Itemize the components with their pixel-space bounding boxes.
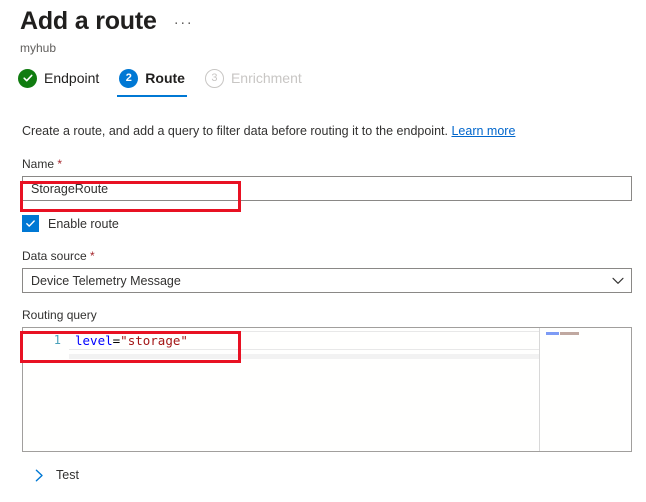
name-field-block: Name * — [0, 156, 646, 201]
name-field-label: Name * — [22, 156, 646, 172]
code-token-keyword: level — [75, 333, 113, 348]
name-label-text: Name — [22, 157, 55, 171]
editor-vertical-scrollbar[interactable] — [620, 328, 631, 451]
routing-query-label: Routing query — [22, 308, 97, 322]
intro-description: Create a route, and add a query to filte… — [0, 122, 646, 140]
data-source-required-marker: * — [90, 249, 95, 263]
more-options-icon[interactable]: ··· — [171, 15, 197, 30]
learn-more-link[interactable]: Learn more — [451, 124, 515, 138]
data-source-label-text: Data source — [22, 249, 87, 263]
wizard-step-endpoint[interactable]: Endpoint — [8, 63, 109, 93]
data-source-label: Data source * — [22, 248, 646, 264]
routing-query-block: Routing query 1 level="storage" — [0, 307, 646, 452]
editor-line-number-gutter: 1 — [23, 328, 69, 451]
breadcrumb-subtitle: myhub — [20, 41, 57, 55]
step-complete-check-icon — [18, 68, 37, 88]
checkmark-icon — [26, 220, 35, 227]
wizard-step-tabs: Endpoint 2 Route 3 Enrichment — [8, 63, 312, 97]
editor-code-line: level="storage" — [75, 333, 188, 349]
page-header: Add a route ··· myhub — [0, 0, 646, 56]
active-tab-underline — [117, 95, 187, 97]
editor-content-separator — [69, 354, 539, 359]
name-input[interactable] — [22, 176, 632, 201]
editor-line-number: 1 — [53, 333, 61, 347]
route-form: Create a route, and add a query to filte… — [0, 122, 646, 452]
page-title: Add a route — [20, 7, 157, 35]
enable-route-label: Enable route — [48, 216, 119, 231]
enable-route-checkbox-row[interactable]: Enable route — [0, 215, 119, 232]
wizard-step-label-route: Route — [145, 70, 185, 86]
test-section-label: Test — [56, 468, 79, 482]
step-number-badge-route: 2 — [119, 68, 139, 88]
data-source-field-block: Data source * Device Telemetry Message — [0, 248, 646, 293]
intro-text-body: Create a route, and add a query to filte… — [22, 124, 448, 138]
data-source-selected-value: Device Telemetry Message — [31, 273, 181, 288]
editor-minimap[interactable] — [539, 328, 620, 451]
data-source-select-wrap: Device Telemetry Message — [22, 268, 632, 293]
name-required-marker: * — [57, 157, 63, 171]
wizard-step-enrichment: 3 Enrichment — [195, 63, 312, 93]
test-section-toggle[interactable]: Test — [30, 464, 85, 486]
wizard-step-label-enrichment: Enrichment — [230, 70, 302, 86]
minimap-token-string — [560, 332, 579, 335]
code-token-string: "storage" — [120, 333, 188, 348]
title-row: Add a route ··· — [0, 0, 646, 36]
chevron-right-icon — [32, 468, 46, 482]
wizard-step-route[interactable]: 2 Route — [109, 63, 195, 97]
wizard-step-label-endpoint: Endpoint — [44, 70, 100, 86]
step-number-badge-enrichment: 3 — [204, 68, 224, 88]
enable-route-checkbox[interactable] — [22, 215, 39, 232]
data-source-select[interactable]: Device Telemetry Message — [22, 268, 632, 293]
routing-query-editor[interactable]: 1 level="storage" — [22, 327, 632, 452]
minimap-token-keyword — [546, 332, 559, 335]
